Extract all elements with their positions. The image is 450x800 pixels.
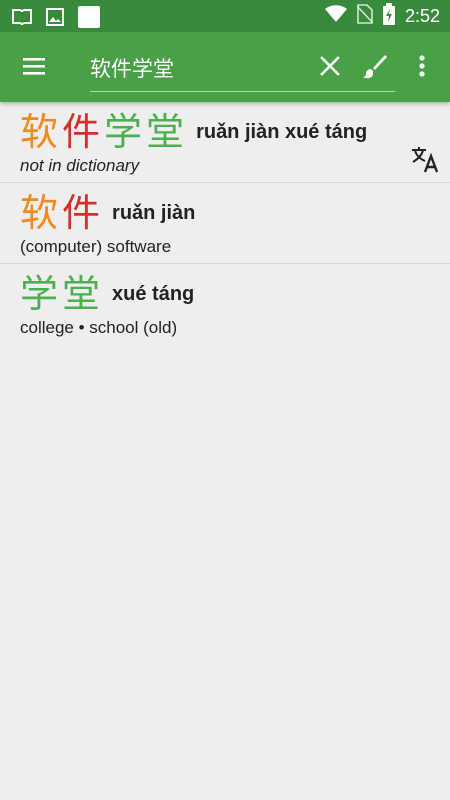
hanzi-char: 学 xyxy=(20,272,63,316)
hanzi-word: 软件 xyxy=(20,191,104,235)
hanzi-char: 件 xyxy=(62,110,105,154)
list-item[interactable]: 软件学堂 ruǎn jiàn xué táng not in dictionar… xyxy=(0,102,450,183)
pinyin-text: ruǎn jiàn xyxy=(112,202,196,224)
hanzi-char: 件 xyxy=(62,191,105,235)
white-square-icon xyxy=(78,6,100,32)
search-field-container xyxy=(90,46,395,92)
hanzi-char: 软 xyxy=(20,110,63,154)
no-sim-icon xyxy=(356,4,374,28)
battery-charging-icon xyxy=(382,3,395,29)
status-bar: 2:52 xyxy=(0,0,450,32)
hanzi-char: 软 xyxy=(20,191,63,235)
hamburger-menu-icon[interactable] xyxy=(18,52,52,82)
list-item[interactable]: 学堂 xué táng college • school (old) xyxy=(0,264,450,344)
clock-time: 2:52 xyxy=(404,5,440,26)
definition-text: college • school (old) xyxy=(20,318,178,337)
brush-icon[interactable] xyxy=(362,53,388,79)
definition-text: not in dictionary xyxy=(20,156,140,175)
wifi-icon xyxy=(324,5,347,27)
hanzi-char: 学 xyxy=(104,110,147,154)
pinyin-text: ruǎn jiàn xué táng xyxy=(196,121,368,143)
hanzi-char: 堂 xyxy=(146,110,189,154)
image-notification-icon xyxy=(46,8,64,30)
hanzi-word: 学堂 xyxy=(20,272,104,316)
translate-icon[interactable] xyxy=(410,144,440,174)
search-input[interactable] xyxy=(90,52,310,84)
list-item[interactable]: 软件 ruǎn jiàn (computer) software xyxy=(0,183,450,264)
definition-text: (computer) software xyxy=(20,237,172,256)
book-notification-icon xyxy=(12,8,32,30)
more-vert-icon[interactable] xyxy=(412,53,432,81)
pinyin-text: xué táng xyxy=(112,283,195,305)
clear-x-icon[interactable] xyxy=(318,54,342,78)
hanzi-word: 软件学堂 xyxy=(20,110,188,154)
hanzi-char: 堂 xyxy=(62,272,105,316)
results-list: 软件学堂 ruǎn jiàn xué táng not in dictionar… xyxy=(0,102,450,344)
app-toolbar xyxy=(0,32,450,102)
